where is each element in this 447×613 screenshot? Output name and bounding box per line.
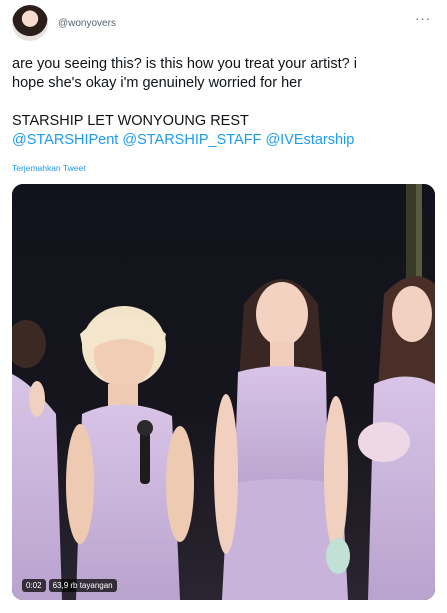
username-handle[interactable]: @wonyovers <box>58 18 116 29</box>
view-count: 63,9 rb tayangan <box>48 579 117 592</box>
video-frame <box>12 184 435 600</box>
video-player[interactable]: 0:02 63,9 rb tayangan <box>12 184 435 600</box>
more-options-icon[interactable]: ··· <box>415 11 431 26</box>
translate-tweet-link[interactable]: Terjemahkan Tweet <box>12 163 86 173</box>
mention-link[interactable]: @STARSHIP_STAFF <box>122 132 261 148</box>
mention-link[interactable]: @IVEstarship <box>265 132 354 148</box>
avatar[interactable] <box>12 5 48 41</box>
tweet-header: @wonyovers ··· <box>12 5 435 45</box>
video-badges: 0:02 63,9 rb tayangan <box>22 579 117 592</box>
video-timestamp: 0:02 <box>22 579 46 592</box>
tweet-body: are you seeing this? is this how you tre… <box>12 55 432 150</box>
tweet-text-line: hope she's okay i'm genuinely worried fo… <box>12 75 303 91</box>
tweet-text-line: STARSHIP LET WONYOUNG REST <box>12 113 249 129</box>
mentions-line: @STARSHIPent @STARSHIP_STAFF @IVEstarshi… <box>12 131 432 150</box>
mention-link[interactable]: @STARSHIPent <box>12 132 118 148</box>
tweet-text-line: are you seeing this? is this how you tre… <box>12 56 357 72</box>
